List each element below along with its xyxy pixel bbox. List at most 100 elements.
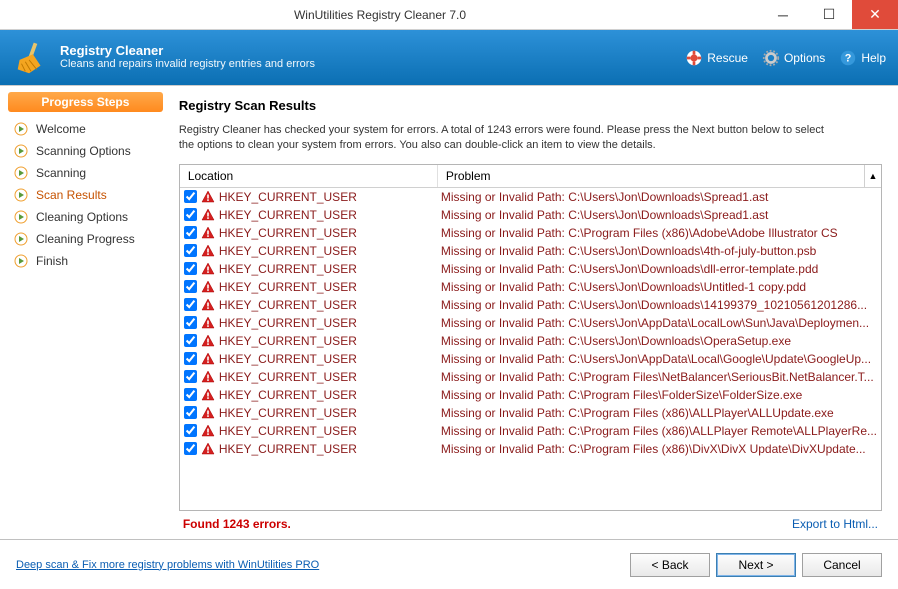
result-row[interactable]: HKEY_CURRENT_USERMissing or Invalid Path… bbox=[180, 404, 881, 422]
back-button[interactable]: < Back bbox=[630, 553, 710, 577]
options-label: Options bbox=[784, 51, 825, 65]
body: Progress Steps WelcomeScanning OptionsSc… bbox=[0, 85, 898, 539]
row-problem: Missing or Invalid Path: C:\Program File… bbox=[441, 226, 877, 240]
row-location: HKEY_CURRENT_USER bbox=[219, 226, 441, 240]
error-icon bbox=[201, 424, 215, 438]
row-location: HKEY_CURRENT_USER bbox=[219, 334, 441, 348]
sidebar-step-scan-results[interactable]: Scan Results bbox=[8, 184, 163, 206]
rescue-button[interactable]: Rescue bbox=[685, 49, 748, 67]
error-icon bbox=[201, 352, 215, 366]
help-button[interactable]: ? Help bbox=[839, 49, 886, 67]
row-checkbox[interactable] bbox=[184, 352, 197, 365]
cancel-button[interactable]: Cancel bbox=[802, 553, 882, 577]
row-location: HKEY_CURRENT_USER bbox=[219, 298, 441, 312]
result-row[interactable]: HKEY_CURRENT_USERMissing or Invalid Path… bbox=[180, 422, 881, 440]
scroll-up-button[interactable]: ▲ bbox=[864, 165, 881, 187]
row-location: HKEY_CURRENT_USER bbox=[219, 406, 441, 420]
row-problem: Missing or Invalid Path: C:\Users\Jon\Do… bbox=[441, 298, 877, 312]
row-checkbox[interactable] bbox=[184, 316, 197, 329]
row-location: HKEY_CURRENT_USER bbox=[219, 424, 441, 438]
row-location: HKEY_CURRENT_USER bbox=[219, 370, 441, 384]
row-problem: Missing or Invalid Path: C:\Users\Jon\Do… bbox=[441, 208, 877, 222]
found-errors-label: Found 1243 errors. bbox=[183, 517, 291, 531]
header-text: Registry Cleaner Cleans and repairs inva… bbox=[60, 43, 685, 71]
footer: Deep scan & Fix more registry problems w… bbox=[0, 539, 898, 589]
results-list: Location Problem ▲ HKEY_CURRENT_USERMiss… bbox=[179, 164, 882, 511]
row-checkbox[interactable] bbox=[184, 280, 197, 293]
row-checkbox[interactable] bbox=[184, 298, 197, 311]
sidebar-step-scanning-options[interactable]: Scanning Options bbox=[8, 140, 163, 162]
result-row[interactable]: HKEY_CURRENT_USERMissing or Invalid Path… bbox=[180, 188, 881, 206]
row-checkbox[interactable] bbox=[184, 424, 197, 437]
row-location: HKEY_CURRENT_USER bbox=[219, 208, 441, 222]
error-icon bbox=[201, 388, 215, 402]
row-checkbox[interactable] bbox=[184, 442, 197, 455]
row-problem: Missing or Invalid Path: C:\Program File… bbox=[441, 406, 877, 420]
options-button[interactable]: Options bbox=[762, 49, 825, 67]
row-location: HKEY_CURRENT_USER bbox=[219, 352, 441, 366]
broom-icon bbox=[12, 39, 50, 77]
row-checkbox[interactable] bbox=[184, 190, 197, 203]
result-row[interactable]: HKEY_CURRENT_USERMissing or Invalid Path… bbox=[180, 242, 881, 260]
step-label: Cleaning Progress bbox=[36, 232, 135, 246]
sidebar-step-scanning[interactable]: Scanning bbox=[8, 162, 163, 184]
error-icon bbox=[201, 334, 215, 348]
help-label: Help bbox=[861, 51, 886, 65]
help-icon: ? bbox=[839, 49, 857, 67]
maximize-button[interactable]: ☐ bbox=[806, 0, 852, 29]
row-checkbox[interactable] bbox=[184, 226, 197, 239]
row-problem: Missing or Invalid Path: C:\Program File… bbox=[441, 442, 877, 456]
result-row[interactable]: HKEY_CURRENT_USERMissing or Invalid Path… bbox=[180, 224, 881, 242]
result-row[interactable]: HKEY_CURRENT_USERMissing or Invalid Path… bbox=[180, 296, 881, 314]
sidebar-step-cleaning-options[interactable]: Cleaning Options bbox=[8, 206, 163, 228]
row-checkbox[interactable] bbox=[184, 388, 197, 401]
header-actions: Rescue Options ? Help bbox=[685, 49, 886, 67]
row-checkbox[interactable] bbox=[184, 334, 197, 347]
row-location: HKEY_CURRENT_USER bbox=[219, 442, 441, 456]
result-row[interactable]: HKEY_CURRENT_USERMissing or Invalid Path… bbox=[180, 440, 881, 458]
summary-bar: Found 1243 errors. Export to Html... bbox=[179, 511, 882, 531]
row-problem: Missing or Invalid Path: C:\Program File… bbox=[441, 388, 877, 402]
list-header: Location Problem ▲ bbox=[180, 165, 881, 188]
row-location: HKEY_CURRENT_USER bbox=[219, 262, 441, 276]
step-label: Scan Results bbox=[36, 188, 107, 202]
result-row[interactable]: HKEY_CURRENT_USERMissing or Invalid Path… bbox=[180, 206, 881, 224]
rescue-icon bbox=[685, 49, 703, 67]
row-location: HKEY_CURRENT_USER bbox=[219, 190, 441, 204]
column-problem[interactable]: Problem bbox=[438, 165, 864, 187]
result-row[interactable]: HKEY_CURRENT_USERMissing or Invalid Path… bbox=[180, 314, 881, 332]
result-row[interactable]: HKEY_CURRENT_USERMissing or Invalid Path… bbox=[180, 368, 881, 386]
main-panel: Registry Scan Results Registry Cleaner h… bbox=[169, 86, 898, 539]
row-checkbox[interactable] bbox=[184, 406, 197, 419]
error-icon bbox=[201, 316, 215, 330]
export-html-link[interactable]: Export to Html... bbox=[792, 517, 878, 531]
row-problem: Missing or Invalid Path: C:\Users\Jon\Do… bbox=[441, 244, 877, 258]
sidebar-step-cleaning-progress[interactable]: Cleaning Progress bbox=[8, 228, 163, 250]
error-icon bbox=[201, 370, 215, 384]
result-row[interactable]: HKEY_CURRENT_USERMissing or Invalid Path… bbox=[180, 386, 881, 404]
error-icon bbox=[201, 442, 215, 456]
result-row[interactable]: HKEY_CURRENT_USERMissing or Invalid Path… bbox=[180, 278, 881, 296]
result-row[interactable]: HKEY_CURRENT_USERMissing or Invalid Path… bbox=[180, 350, 881, 368]
minimize-button[interactable]: ─ bbox=[760, 0, 806, 29]
row-checkbox[interactable] bbox=[184, 244, 197, 257]
pro-upgrade-link[interactable]: Deep scan & Fix more registry problems w… bbox=[16, 559, 319, 571]
row-problem: Missing or Invalid Path: C:\Program File… bbox=[441, 424, 877, 438]
row-problem: Missing or Invalid Path: C:\Users\Jon\Ap… bbox=[441, 352, 877, 366]
sidebar-step-welcome[interactable]: Welcome bbox=[8, 118, 163, 140]
close-button[interactable]: ✕ bbox=[852, 0, 898, 29]
list-rows[interactable]: HKEY_CURRENT_USERMissing or Invalid Path… bbox=[180, 188, 881, 510]
error-icon bbox=[201, 190, 215, 204]
sidebar-step-finish[interactable]: Finish bbox=[8, 250, 163, 272]
results-description: Registry Cleaner has checked your system… bbox=[179, 123, 829, 154]
row-checkbox[interactable] bbox=[184, 370, 197, 383]
next-button[interactable]: Next > bbox=[716, 553, 796, 577]
result-row[interactable]: HKEY_CURRENT_USERMissing or Invalid Path… bbox=[180, 260, 881, 278]
column-location[interactable]: Location bbox=[180, 165, 438, 187]
row-checkbox[interactable] bbox=[184, 262, 197, 275]
titlebar: WinUtilities Registry Cleaner 7.0 ─ ☐ ✕ bbox=[0, 0, 898, 30]
window-title: WinUtilities Registry Cleaner 7.0 bbox=[0, 8, 760, 22]
result-row[interactable]: HKEY_CURRENT_USERMissing or Invalid Path… bbox=[180, 332, 881, 350]
row-checkbox[interactable] bbox=[184, 208, 197, 221]
error-icon bbox=[201, 298, 215, 312]
